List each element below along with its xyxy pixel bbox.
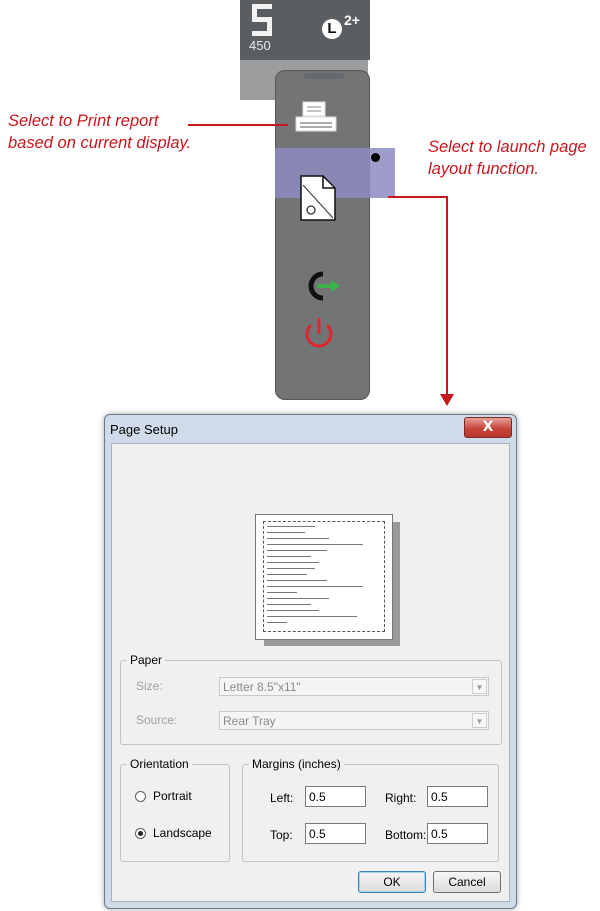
- bottom-margin-label: Bottom:: [385, 828, 427, 842]
- paper-group-label: Paper: [127, 653, 166, 667]
- right-margin-input[interactable]: [427, 786, 488, 807]
- print-annotation: Select to Print report based on current …: [8, 110, 268, 154]
- preview-text-line: [267, 586, 363, 587]
- left-margin-label: Left:: [270, 791, 294, 805]
- layout-pointer-vertical: [446, 196, 448, 396]
- size-label: Size:: [136, 679, 163, 693]
- preview-text-line: [267, 604, 311, 605]
- margins-group-label: Margins (inches): [249, 757, 344, 771]
- size-select-value: Letter 8.5"x11": [223, 680, 301, 694]
- preview-text-line: [267, 550, 327, 551]
- preview-text-line: [267, 562, 319, 563]
- preview-text-line: [267, 616, 357, 617]
- lock-level: 2+: [344, 12, 360, 28]
- top-margin-label: Top:: [270, 828, 293, 842]
- preview-text-line: [267, 598, 329, 599]
- preview-text-line: [267, 592, 297, 593]
- portrait-label[interactable]: Portrait: [153, 789, 192, 803]
- source-select-value: Rear Tray: [223, 714, 276, 728]
- preview-text-line: [267, 610, 319, 611]
- s-brand-logo-icon: [252, 4, 272, 36]
- paper-group: Paper Size: Letter 8.5"x11" ▼ Source: Re…: [120, 653, 502, 745]
- layout-pointer-line: [388, 196, 448, 198]
- preview-text-line: [267, 568, 315, 569]
- brand-logo: 450: [240, 0, 280, 58]
- source-select[interactable]: Rear Tray ▼: [219, 711, 489, 730]
- dialog-body: Paper Size: Letter 8.5"x11" ▼ Source: Re…: [111, 443, 510, 902]
- preview-text-line: [267, 622, 287, 623]
- preview-text-line: [267, 544, 363, 545]
- bottom-margin-input[interactable]: [427, 823, 488, 844]
- top-margin-input[interactable]: [305, 823, 366, 844]
- preview-text-line: [267, 574, 307, 575]
- orientation-group-label: Orientation: [127, 757, 192, 771]
- dialog-title: Page Setup: [110, 422, 178, 437]
- power-icon[interactable]: [301, 314, 337, 354]
- size-dropdown-arrow-icon[interactable]: ▼: [472, 679, 487, 694]
- preview-text-line: [267, 580, 327, 581]
- preview-text-line: [267, 556, 311, 557]
- arrow-down-icon: [440, 394, 454, 406]
- landscape-radio[interactable]: [135, 828, 146, 839]
- left-margin-input[interactable]: [305, 786, 366, 807]
- panel-grip: [303, 73, 345, 79]
- close-button[interactable]: X: [464, 417, 512, 438]
- layout-annotation: Select to launch page layout function.: [428, 136, 598, 180]
- ok-button[interactable]: OK: [358, 871, 426, 893]
- device-header: 450: [240, 0, 370, 60]
- page-setup-dialog: Page Setup X Paper Size: Letter 8.5"x11"…: [104, 414, 517, 909]
- model-number: 450: [249, 38, 271, 53]
- portrait-radio[interactable]: [135, 791, 146, 802]
- preview-text-line: [267, 532, 305, 533]
- cancel-button[interactable]: Cancel: [433, 871, 501, 893]
- selection-dot: [371, 153, 380, 162]
- print-annotation-line-1: Select to Print report: [8, 112, 159, 130]
- right-margin-label: Right:: [385, 791, 417, 805]
- landscape-label[interactable]: Landscape: [153, 826, 212, 840]
- page-layout-icon[interactable]: [298, 173, 338, 223]
- layout-annotation-line-1: Select to launch page: [428, 138, 587, 156]
- layout-annotation-line-2: layout function.: [428, 160, 539, 178]
- orientation-group: Orientation Portrait Landscape: [120, 757, 230, 862]
- export-icon[interactable]: [301, 268, 341, 304]
- lock-indicator: L: [322, 19, 342, 39]
- print-pointer-line: [188, 124, 288, 126]
- size-select[interactable]: Letter 8.5"x11" ▼: [219, 677, 489, 696]
- source-dropdown-arrow-icon[interactable]: ▼: [472, 713, 487, 728]
- source-label: Source:: [136, 713, 178, 727]
- printer-icon[interactable]: [294, 100, 342, 136]
- print-annotation-line-2: based on current display.: [8, 134, 192, 152]
- page-preview: [255, 514, 393, 640]
- margins-group: Margins (inches) Left: Right: Top: Botto…: [242, 757, 499, 862]
- preview-margin-box: [263, 521, 385, 632]
- preview-text-line: [267, 526, 315, 527]
- preview-text-line: [267, 538, 329, 539]
